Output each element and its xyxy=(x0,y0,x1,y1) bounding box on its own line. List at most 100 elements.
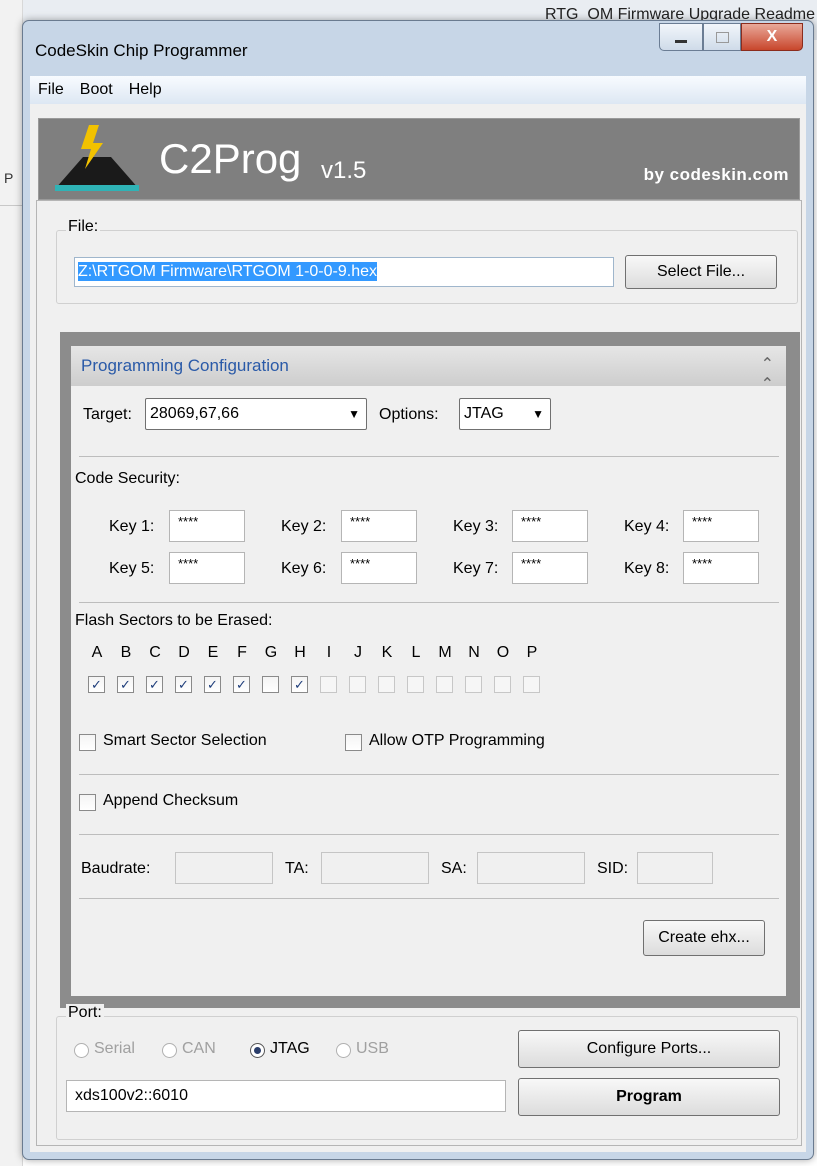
append-checksum-checkbox[interactable] xyxy=(79,794,96,811)
target-value: 28069,67,66 xyxy=(150,405,239,422)
collapse-icon[interactable]: ⌃ ⌃ xyxy=(761,354,774,394)
can-radio[interactable] xyxy=(162,1043,177,1058)
menu-boot[interactable]: Boot xyxy=(72,81,121,99)
allow-otp-checkbox[interactable] xyxy=(345,734,362,751)
sector-i-checkbox[interactable] xyxy=(320,676,337,693)
sector-e-checkbox[interactable]: ✓ xyxy=(204,676,221,693)
key-8-field[interactable]: **** xyxy=(683,552,759,584)
target-select[interactable]: 28069,67,66 ▼ xyxy=(145,398,367,430)
key-1-field[interactable]: **** xyxy=(169,510,245,542)
key-1-label: Key 1: xyxy=(109,518,155,535)
sa-label: SA: xyxy=(441,860,467,877)
key-2-field[interactable]: **** xyxy=(341,510,417,542)
smart-sector-checkbox[interactable] xyxy=(79,734,96,751)
key-8-label: Key 8: xyxy=(624,560,670,577)
sector-letter: A xyxy=(91,644,103,661)
maximize-button[interactable] xyxy=(703,23,741,51)
sector-j-checkbox[interactable] xyxy=(349,676,366,693)
sector-letter: J xyxy=(354,644,362,661)
maximize-icon xyxy=(715,31,729,43)
sector-letter: M xyxy=(438,644,452,661)
sector-letter: D xyxy=(178,644,190,661)
key-4-field[interactable]: **** xyxy=(683,510,759,542)
divider xyxy=(79,898,779,899)
file-path-text: Z:\RTGOM Firmware\RTGOM 1-0-0-9.hex xyxy=(78,262,377,281)
can-radio-label: CAN xyxy=(182,1040,216,1057)
sector-letter: P xyxy=(526,644,538,661)
sector-g-checkbox[interactable] xyxy=(262,676,279,693)
sector-o-checkbox[interactable] xyxy=(494,676,511,693)
sector-k-checkbox[interactable] xyxy=(378,676,395,693)
ta-field[interactable] xyxy=(321,852,429,884)
baudrate-field[interactable] xyxy=(175,852,273,884)
key-5-field[interactable]: **** xyxy=(169,552,245,584)
c2prog-logo-icon xyxy=(55,125,139,191)
create-ehx-button[interactable]: Create ehx... xyxy=(643,920,765,956)
minimize-icon xyxy=(675,39,687,43)
sid-field[interactable] xyxy=(637,852,713,884)
background-left-panel: P xyxy=(0,0,23,1166)
sa-field[interactable] xyxy=(477,852,585,884)
divider xyxy=(79,774,779,775)
sector-letter: F xyxy=(237,644,247,661)
sector-m-checkbox[interactable] xyxy=(436,676,453,693)
target-label: Target: xyxy=(83,406,132,423)
banner-version: v1.5 xyxy=(321,157,367,184)
programming-configuration-header[interactable]: Programming Configuration ⌃ ⌃ xyxy=(71,346,786,393)
sector-letter: B xyxy=(120,644,132,661)
sector-b-checkbox[interactable]: ✓ xyxy=(117,676,134,693)
options-select[interactable]: JTAG ▼ xyxy=(459,398,551,430)
options-value: JTAG xyxy=(464,405,504,422)
key-7-label: Key 7: xyxy=(453,560,499,577)
configure-ports-button[interactable]: Configure Ports... xyxy=(518,1030,780,1068)
port-group-label: Port: xyxy=(66,1004,104,1022)
sector-p-checkbox[interactable] xyxy=(523,676,540,693)
chevron-down-icon: ▼ xyxy=(532,407,544,421)
select-file-button[interactable]: Select File... xyxy=(625,255,777,289)
menu-bar: File Boot Help xyxy=(30,76,806,105)
key-7-field[interactable]: **** xyxy=(512,552,588,584)
menu-help[interactable]: Help xyxy=(121,81,170,99)
sector-n-checkbox[interactable] xyxy=(465,676,482,693)
background-divider xyxy=(0,205,22,206)
baudrate-label: Baudrate: xyxy=(81,860,151,877)
sid-label: SID: xyxy=(597,860,629,877)
sector-letter: N xyxy=(468,644,480,661)
file-group-label: File: xyxy=(66,218,101,236)
divider xyxy=(79,602,779,603)
file-path-field[interactable]: Z:\RTGOM Firmware\RTGOM 1-0-0-9.hex xyxy=(74,257,614,287)
close-icon: X xyxy=(766,28,778,45)
sector-letter: I xyxy=(326,644,332,661)
serial-radio[interactable] xyxy=(74,1043,89,1058)
sector-letter: H xyxy=(294,644,306,661)
program-button-label: Program xyxy=(616,1088,682,1105)
divider xyxy=(79,834,779,835)
sector-h-checkbox[interactable]: ✓ xyxy=(291,676,308,693)
key-5-label: Key 5: xyxy=(109,560,155,577)
sector-d-checkbox[interactable]: ✓ xyxy=(175,676,192,693)
jtag-radio[interactable] xyxy=(250,1043,265,1058)
sector-a-checkbox[interactable]: ✓ xyxy=(88,676,105,693)
usb-radio[interactable] xyxy=(336,1043,351,1058)
ta-label: TA: xyxy=(285,860,309,877)
sector-l-checkbox[interactable] xyxy=(407,676,424,693)
menu-file[interactable]: File xyxy=(30,81,72,99)
programming-configuration-title: Programming Configuration xyxy=(81,356,289,375)
key-4-label: Key 4: xyxy=(624,518,670,535)
serial-radio-label: Serial xyxy=(94,1040,135,1057)
app-window: CodeSkin Chip Programmer X File Boot Hel… xyxy=(22,20,814,1160)
sector-c-checkbox[interactable]: ✓ xyxy=(146,676,163,693)
minimize-button[interactable] xyxy=(659,23,703,51)
programming-configuration-frame: Programming Configuration ⌃ ⌃ Target: 280… xyxy=(60,332,800,1008)
key-3-field[interactable]: **** xyxy=(512,510,588,542)
title-bar: CodeSkin Chip Programmer X xyxy=(23,21,813,73)
smart-sector-label: Smart Sector Selection xyxy=(103,732,267,749)
close-button[interactable]: X xyxy=(741,23,803,51)
port-field[interactable]: xds100v2::6010 xyxy=(66,1080,506,1112)
key-6-field[interactable]: **** xyxy=(341,552,417,584)
sector-f-checkbox[interactable]: ✓ xyxy=(233,676,250,693)
program-button[interactable]: Program xyxy=(518,1078,780,1116)
sector-letter: G xyxy=(264,644,278,661)
usb-radio-label: USB xyxy=(356,1040,389,1057)
window-title: CodeSkin Chip Programmer xyxy=(35,41,248,60)
